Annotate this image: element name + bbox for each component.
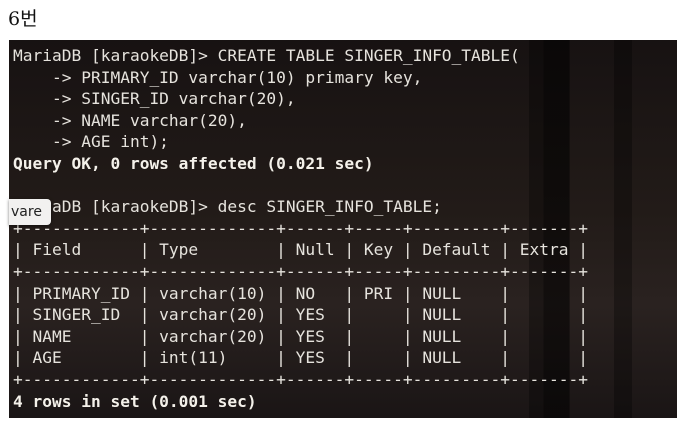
terminal-line: | NAME | varchar(20) | YES | | NULL | | [13,326,588,346]
background-stripe [614,40,632,418]
terminal-line: MariaDB [karaokeDB]> desc SINGER_INFO_TA… [13,197,442,217]
terminal-line: MariaDB [karaokeDB]> CREATE TABLE SINGER… [13,46,520,65]
terminal-line: 4 rows in set (0.001 sec) [13,391,257,411]
terminal-output: MariaDB [karaokeDB]> CREATE TABLE SINGER… [13,45,588,412]
terminal-line: | AGE | int(11) | YES | | NULL | | [13,348,588,368]
terminal-line: | PRIMARY_ID | varchar(10) | NO | PRI | … [13,283,588,303]
tooltip: vare [9,199,51,225]
terminal-line: -> AGE int); [13,132,169,152]
terminal-line: +------------+-------------+------+-----… [13,261,588,281]
terminal-line: +------------+-------------+------+-----… [13,369,588,389]
terminal-line: | Field | Type | Null | Key | Default | … [13,240,588,260]
terminal-line: Query OK, 0 rows affected (0.021 sec) [13,153,374,173]
page-heading: 6번 [8,8,38,30]
terminal-line: +------------+-------------+------+-----… [13,218,588,238]
terminal-window[interactable]: MariaDB [karaokeDB]> CREATE TABLE SINGER… [9,40,677,418]
terminal-line: -> NAME varchar(20), [13,110,247,130]
terminal-line: -> SINGER_ID varchar(20), [13,89,296,109]
terminal-line: -> PRIMARY_ID varchar(10) primary key, [13,67,423,87]
terminal-line: | SINGER_ID | varchar(20) | YES | | NULL… [13,305,588,325]
